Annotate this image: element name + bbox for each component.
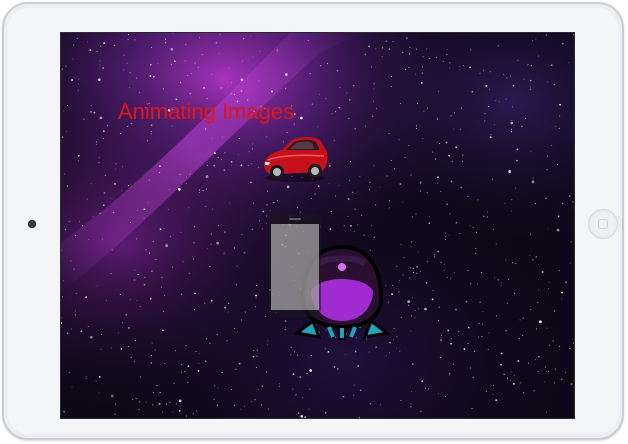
page-title: Animating Images xyxy=(118,99,295,124)
translucent-phone-icon[interactable] xyxy=(267,212,323,319)
red-sports-car-icon[interactable] xyxy=(260,128,330,186)
home-button-glyph-icon xyxy=(598,219,608,229)
home-button[interactable] xyxy=(588,209,618,239)
tablet-frame: Animating Images xyxy=(2,2,624,440)
app-screen: Animating Images xyxy=(60,32,575,419)
front-camera xyxy=(28,220,36,228)
